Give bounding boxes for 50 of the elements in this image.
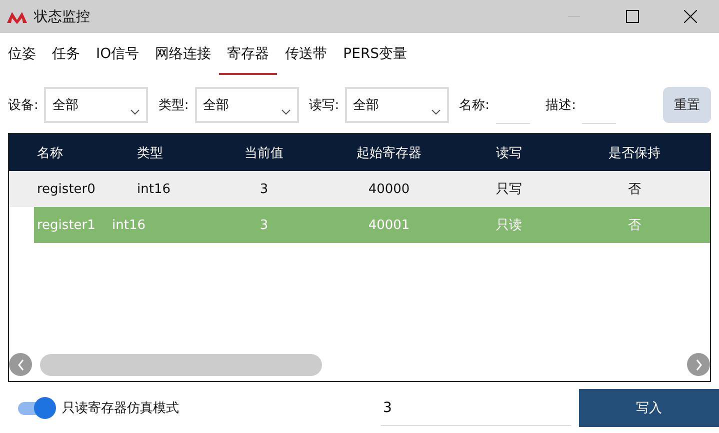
- filter-label: 描述:: [546, 97, 576, 114]
- scrollbar-thumb[interactable]: [40, 354, 322, 376]
- tab[interactable]: 位姿: [0, 35, 44, 75]
- column-header: 类型: [136, 144, 164, 162]
- dropdown[interactable]: 全部: [194, 87, 299, 123]
- tab[interactable]: 网络连接: [147, 35, 220, 75]
- column-header: 当前值: [244, 144, 284, 162]
- chevron-left-icon: [16, 358, 24, 370]
- scroll-left-button[interactable]: [9, 353, 32, 376]
- logo-icon: [6, 10, 28, 24]
- filter-label: 读写:: [308, 97, 340, 114]
- table-cell-text: register0: [36, 182, 96, 196]
- column-header: 名称: [36, 144, 64, 162]
- table-cell-text: int16: [111, 218, 146, 232]
- close-icon: [684, 10, 696, 23]
- filter-label: 设备:: [8, 97, 38, 114]
- tab[interactable]: PERS变量: [335, 35, 416, 75]
- table-cell-text: register1: [36, 218, 96, 232]
- table-row[interactable]: register0 int16 3 40000 只写 否: [9, 171, 710, 207]
- column-header: 是否保持: [608, 144, 662, 162]
- table-cell-text: 否: [627, 181, 642, 198]
- scroll-right-button[interactable]: [687, 353, 710, 376]
- chevron-down-icon: [280, 109, 291, 115]
- chevron-down-icon: [130, 109, 140, 115]
- table-cell-text: int16: [136, 182, 172, 196]
- tab[interactable]: IO信号: [88, 35, 148, 75]
- write-button[interactable]: 写入: [579, 389, 719, 427]
- table-cell-text: 40000: [367, 182, 411, 196]
- maximize-icon: [626, 10, 638, 23]
- filter-label: 名称:: [459, 97, 490, 114]
- toggle-label: 只读寄存器仿真模式: [62, 400, 179, 417]
- window-title: 状态监控: [34, 8, 91, 26]
- chevron-right-icon: [694, 358, 702, 370]
- column-header: 起始寄存器: [356, 144, 422, 162]
- dropdown[interactable]: 全部: [44, 87, 148, 123]
- toggle-switch[interactable]: [18, 397, 56, 419]
- reset-button[interactable]: 重置: [663, 87, 711, 123]
- dropdown[interactable]: 全部: [345, 87, 450, 123]
- table-cell-text: 否: [627, 217, 642, 234]
- table-cell-text: 3: [258, 182, 270, 196]
- filter-label: 类型:: [158, 97, 189, 114]
- column-header: 读写: [495, 144, 523, 162]
- chevron-down-icon: [431, 109, 442, 115]
- tab[interactable]: 寄存器: [219, 35, 278, 75]
- table-cell-text: 只写: [495, 181, 523, 198]
- tab[interactable]: 传送带: [277, 35, 336, 75]
- table-cell-text: 40001: [367, 218, 411, 232]
- table-cell-text: 只读: [495, 217, 523, 234]
- table-cell-text: 3: [258, 218, 270, 232]
- tab[interactable]: 任务: [44, 35, 88, 75]
